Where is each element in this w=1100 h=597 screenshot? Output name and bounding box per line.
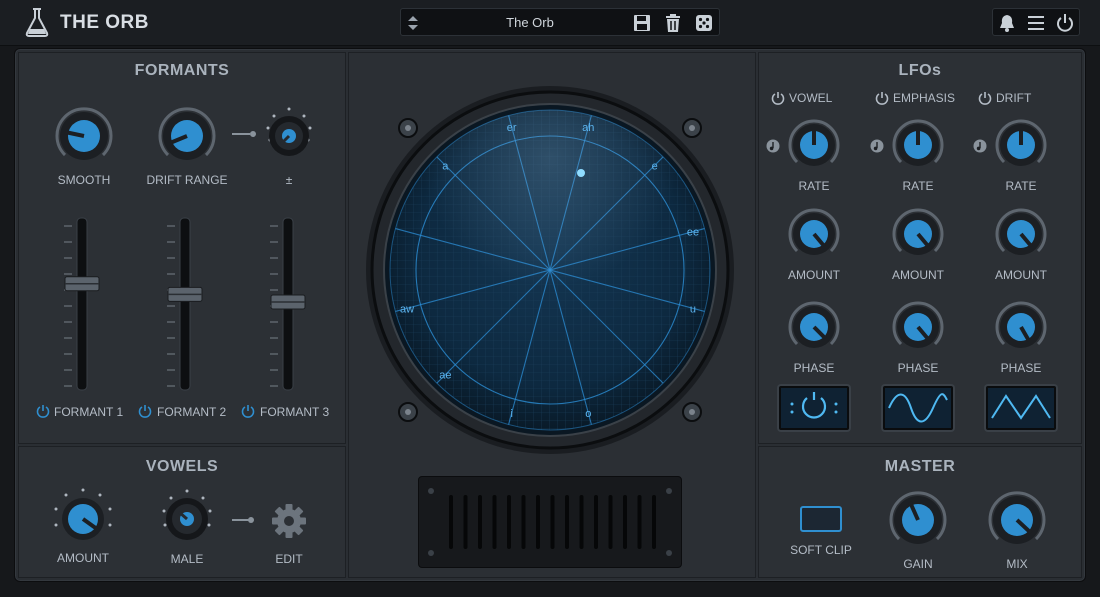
edit-label[interactable]: EDIT	[266, 552, 312, 566]
formant-2-fader-handle[interactable]	[167, 286, 203, 302]
trash-icon[interactable]	[662, 12, 684, 34]
vowel-amount-label: AMOUNT	[57, 551, 109, 565]
lfo-2-rate-knob[interactable]	[888, 115, 948, 175]
orb-position-dot	[577, 169, 585, 177]
master-title: MASTER	[884, 458, 956, 475]
formant-2-label: FORMANT 2	[157, 405, 227, 419]
lfos-title: LFOs	[898, 62, 942, 79]
speaker-grille	[418, 476, 682, 568]
lfo-1-amount-knob[interactable]	[784, 204, 844, 264]
menu-icon[interactable]	[1025, 12, 1047, 34]
orb-vowel-label: i	[510, 408, 512, 420]
formant-1-fader[interactable]	[64, 217, 100, 391]
gear-icon[interactable]	[271, 503, 307, 539]
formant-faders	[64, 217, 306, 391]
formants-title: FORMANTS	[134, 62, 230, 79]
formant-2-power-icon[interactable]	[138, 404, 152, 418]
link-connector	[232, 131, 256, 137]
lfo-2-amount-knob[interactable]	[888, 204, 948, 264]
lfo-3-name: DRIFT	[996, 91, 1032, 105]
top-bar: THE ORB The Orb	[0, 0, 1100, 46]
gain-label: GAIN	[903, 557, 933, 571]
gain-knob[interactable]	[885, 487, 951, 553]
mix-knob[interactable]	[984, 487, 1050, 553]
lfo-1-name: VOWEL	[789, 91, 833, 105]
orb-display[interactable]: er aheeeuoiaeawa	[365, 84, 735, 456]
lfo-2-sync-note-icon[interactable]	[870, 139, 884, 153]
lfo-1-phase-label: PHASE	[793, 361, 835, 375]
formant-3-fader-handle[interactable]	[270, 294, 306, 310]
lfo-3-amount-knob[interactable]	[991, 204, 1051, 264]
lfo-3-power-icon[interactable]	[978, 91, 992, 105]
orb-vowel-label: o	[585, 408, 591, 420]
orb-vowel-label: a	[442, 160, 449, 172]
lfo-3-rate-knob[interactable]	[991, 115, 1051, 175]
soft-clip-label: SOFT CLIP	[790, 543, 852, 557]
orb-vowel-label: ee	[687, 227, 699, 239]
lfo-3-phase-knob[interactable]	[991, 297, 1051, 357]
orb-vowel-label: u	[690, 303, 696, 315]
formant-3-fader[interactable]	[270, 217, 306, 391]
formant-1-fader-handle[interactable]	[64, 276, 100, 292]
lfo-1-rate-label: RATE	[798, 179, 830, 193]
power-icon[interactable]	[1054, 12, 1076, 34]
male-label: MALE	[170, 552, 204, 566]
bell-icon[interactable]	[996, 12, 1018, 34]
flask-icon	[25, 8, 49, 37]
vowels-title: VOWELS	[145, 458, 219, 475]
lfo-2-name: EMPHASIS	[893, 91, 956, 105]
lfo-2-power-icon[interactable]	[875, 91, 889, 105]
lfo-3-shape-display[interactable]	[986, 386, 1056, 430]
formant-1-label: FORMANT 1	[54, 405, 124, 419]
formant-1-power-icon[interactable]	[36, 404, 50, 418]
preset-name[interactable]: The Orb	[441, 15, 619, 30]
lfo-2-shape-display[interactable]	[883, 386, 953, 430]
lfo-2-phase-knob[interactable]	[888, 297, 948, 357]
lfo-2-rate-label: RATE	[902, 179, 934, 193]
formant-3-power-icon[interactable]	[241, 404, 255, 418]
drift-range-knob[interactable]	[154, 103, 220, 169]
vowel-amount-knob[interactable]	[50, 487, 116, 547]
lfo-1-rate-knob[interactable]	[784, 115, 844, 175]
preset-arrows-icon[interactable]	[405, 12, 421, 34]
smooth-knob[interactable]	[51, 103, 117, 169]
plusminus-label: ±	[285, 173, 293, 187]
lfo-2-amount-label: AMOUNT	[892, 268, 944, 282]
preset-selector[interactable]: The Orb	[400, 8, 720, 36]
mix-label: MIX	[1006, 557, 1028, 571]
drift-amount-knob[interactable]	[262, 104, 316, 162]
orb-vowel-label: aw	[400, 303, 414, 315]
formant-2-fader[interactable]	[167, 217, 203, 391]
orb-vowel-label: ae	[439, 370, 451, 382]
lfo-1-shape-display[interactable]	[779, 386, 849, 430]
lfo-3-sync-note-icon[interactable]	[973, 139, 987, 153]
lfo-1-amount-label: AMOUNT	[788, 268, 840, 282]
dice-icon[interactable]	[693, 12, 715, 34]
lfo-1-sync-note-icon[interactable]	[766, 139, 780, 153]
lfo-3-rate-label: RATE	[1005, 179, 1037, 193]
lfo-2-phase-label: PHASE	[897, 361, 939, 375]
global-controls	[992, 8, 1080, 36]
smooth-label: SMOOTH	[57, 173, 111, 187]
formant-3-label: FORMANT 3	[260, 405, 330, 419]
vowel-link-connector	[232, 517, 254, 523]
app-title: THE ORB	[60, 12, 149, 33]
lfo-1-phase-knob[interactable]	[784, 297, 844, 357]
lfo-3-amount-label: AMOUNT	[995, 268, 1047, 282]
grille-vents	[428, 488, 672, 556]
drift-range-label: DRIFT RANGE	[146, 173, 228, 187]
soft-clip-toggle[interactable]	[800, 506, 842, 532]
orb-vowel-label: e	[652, 160, 658, 172]
lfo-3-phase-label: PHASE	[1000, 361, 1042, 375]
orb-vowel-label: er	[507, 122, 517, 134]
male-knob[interactable]	[158, 487, 216, 545]
orb-vowel-label: ah	[582, 122, 594, 134]
save-icon[interactable]	[631, 12, 653, 34]
lfo-1-power-icon[interactable]	[771, 91, 785, 105]
random-shape-icon	[790, 392, 838, 419]
